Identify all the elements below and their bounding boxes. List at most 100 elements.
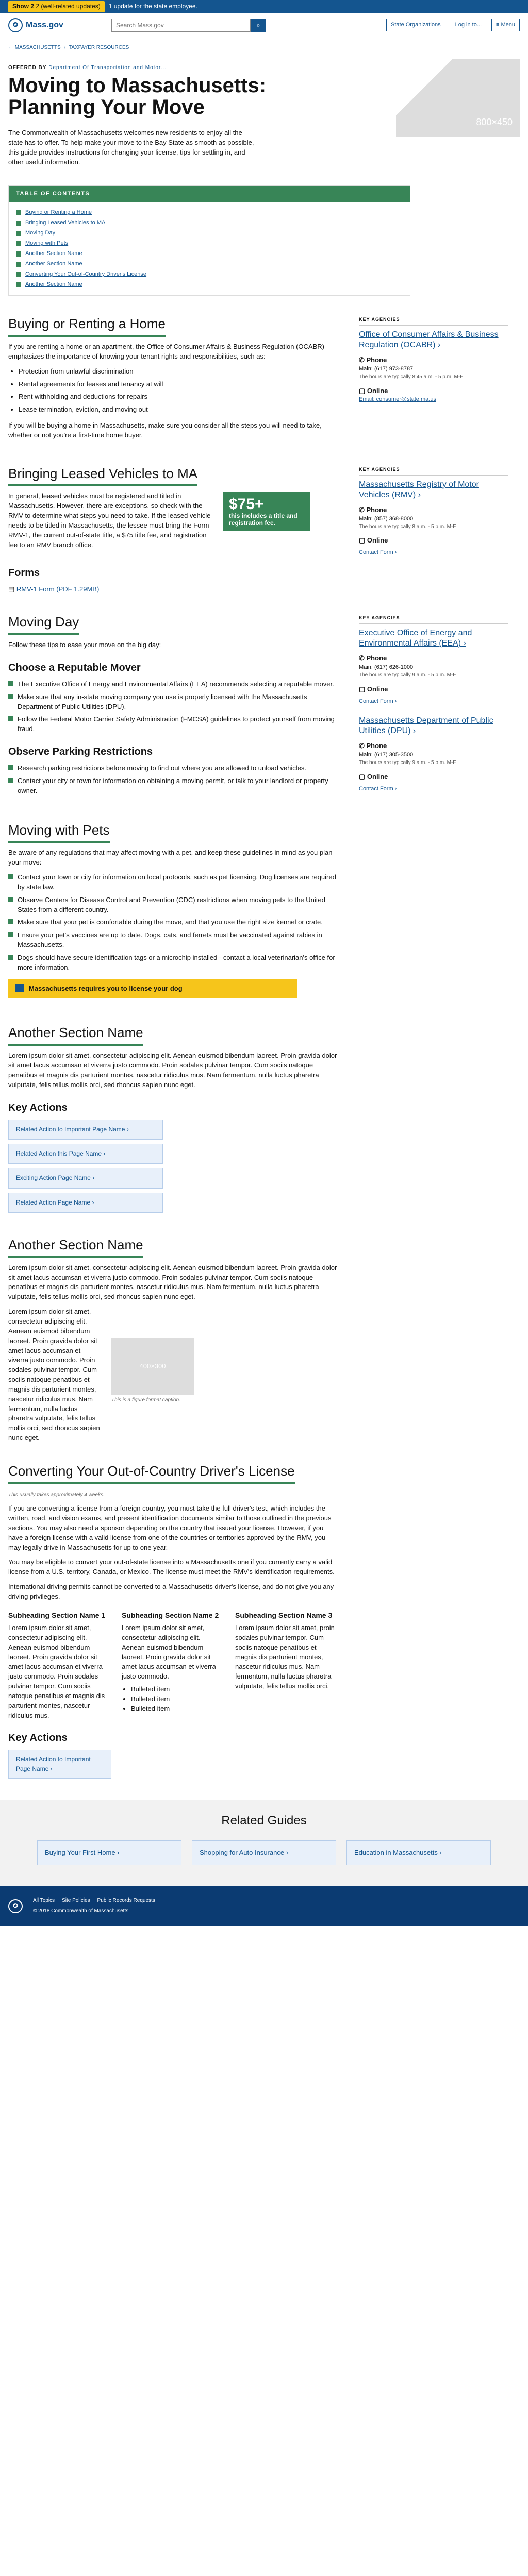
toc-item[interactable]: Bringing Leased Vehicles to MA xyxy=(16,218,403,228)
bullet-item: Bulleted item xyxy=(131,1704,225,1714)
time-note: This usually takes approximately 4 weeks… xyxy=(8,1492,105,1498)
related-guides: Related Guides Buying Your First Home › … xyxy=(0,1800,528,1886)
list-item: Rental agreements for leases and tenancy… xyxy=(19,380,338,389)
paragraph: In general, leased vehicles must be regi… xyxy=(8,492,211,549)
contact-form-link[interactable]: Contact Form › xyxy=(359,785,508,793)
alert-banner[interactable]: Show 2 2 (well-related updates) 1 update… xyxy=(0,0,528,13)
email-link[interactable]: Email: consumer@state.ma.us xyxy=(359,396,508,404)
dog-license-notice[interactable]: Massachusetts requires you to license yo… xyxy=(8,978,297,999)
seal-icon: ✪ xyxy=(8,1899,23,1913)
list-item: Observe Centers for Disease Control and … xyxy=(8,895,338,915)
toc-item[interactable]: Buying or Renting a Home xyxy=(16,208,403,218)
phone-main[interactable]: Main: (617) 973-8787 xyxy=(359,365,508,374)
copyright: © 2018 Commonwealth of Massachusetts xyxy=(33,1908,129,1914)
section-drivers-license: Converting Your Out-of-Country Driver's … xyxy=(8,1443,338,1780)
offered-by-link[interactable]: Department Of Transportation and Motor..… xyxy=(48,65,167,71)
phone-heading: ✆ Phone xyxy=(359,505,387,514)
breadcrumb: ← MASSACHUSETTS › TAXPAYER RESOURCES xyxy=(0,37,528,59)
section-another-1: Another Section Name Lorem ipsum dolor s… xyxy=(8,1005,338,1213)
column-heading: Subheading Section Name 3 xyxy=(235,1611,333,1619)
toc-item[interactable]: Another Section Name xyxy=(16,259,403,269)
check-icon xyxy=(8,716,13,722)
key-actions-heading: Key Actions xyxy=(8,1101,68,1113)
column-text: Lorem ipsum dolor sit amet, consectetur … xyxy=(8,1624,105,1719)
check-icon xyxy=(8,693,13,699)
list-item: Research parking restrictions before mov… xyxy=(8,764,338,773)
phone-heading: ✆ Phone xyxy=(359,654,387,663)
toc-item[interactable]: Another Section Name xyxy=(16,280,403,290)
agency-link[interactable]: Massachusetts Department of Public Utili… xyxy=(359,716,508,736)
toc-item[interactable]: Converting Your Out-of-Country Driver's … xyxy=(16,269,403,280)
column-text: Lorem ipsum dolor sit amet, proin sodale… xyxy=(235,1624,335,1690)
key-action-link[interactable]: Exciting Action Page Name › xyxy=(8,1168,163,1189)
section-buying-renting: Buying or Renting a Home If you are rent… xyxy=(8,296,520,445)
check-icon xyxy=(8,765,13,771)
breadcrumb-item[interactable]: ← MASSACHUSETTS xyxy=(8,44,61,52)
check-icon xyxy=(8,919,13,925)
list-item: Make sure that your pet is comfortable d… xyxy=(8,918,338,927)
key-action-link[interactable]: Related Action to Important Page Name › xyxy=(8,1750,111,1780)
breadcrumb-item[interactable]: TAXPAYER RESOURCES xyxy=(69,44,129,52)
search-icon: ⌕ xyxy=(256,21,260,29)
key-action-link[interactable]: Related Action this Page Name › xyxy=(8,1143,163,1164)
column-text: Lorem ipsum dolor sit amet, consectetur … xyxy=(122,1624,216,1681)
section-leased-vehicles: Bringing Leased Vehicles to MA In genera… xyxy=(8,446,520,595)
phone-main[interactable]: Main: (617) 305-3500 xyxy=(359,751,508,759)
footer-links: All Topics Site Policies Public Records … xyxy=(33,1897,155,1905)
list-item: Contact your city or town for informatio… xyxy=(8,776,338,796)
toc-item[interactable]: Moving Day xyxy=(16,228,403,239)
list-item: Contact your town or city for informatio… xyxy=(8,873,338,892)
phone-main[interactable]: Main: (617) 626-1000 xyxy=(359,664,508,672)
hero-image-label: 800×450 xyxy=(476,117,513,128)
header-nav: State Organizations Log in to... ≡ Menu xyxy=(386,18,520,32)
hero: OFFERED BY Department Of Transportation … xyxy=(8,59,520,167)
list-item: Dogs should have secure identification t… xyxy=(8,953,338,973)
nav-login[interactable]: Log in to... xyxy=(450,18,486,32)
phone-hours: The hours are typically 8 a.m. - 5 p.m. … xyxy=(359,523,456,530)
paragraph: Be aware of any regulations that may aff… xyxy=(8,849,333,867)
contact-form-link[interactable]: Contact Form › xyxy=(359,549,508,557)
phone-heading: ✆ Phone xyxy=(359,742,387,750)
agency-link[interactable]: Massachusetts Registry of Motor Vehicles… xyxy=(359,480,508,500)
key-action-link[interactable]: Related Action Page Name › xyxy=(8,1192,163,1213)
paragraph: If you are converting a license from a f… xyxy=(8,1504,332,1551)
paragraph: If you will be buying a home in Massachu… xyxy=(8,421,322,439)
online-heading: ▢ Online xyxy=(359,685,388,693)
footer-link[interactable]: Public Records Requests xyxy=(97,1897,155,1905)
toc-item[interactable]: Moving with Pets xyxy=(16,239,403,249)
subheading: Choose a Reputable Mover xyxy=(8,662,141,673)
search-input[interactable] xyxy=(111,18,251,32)
related-guide-card[interactable]: Buying Your First Home › xyxy=(37,1840,182,1866)
search-button[interactable]: ⌕ xyxy=(251,18,266,32)
fee-callout: $75+ this includes a title and registrati… xyxy=(223,492,310,531)
check-icon xyxy=(8,954,13,960)
section-heading: Another Section Name xyxy=(8,1023,143,1046)
online-heading: ▢ Online xyxy=(359,386,388,395)
agency-link[interactable]: Executive Office of Energy and Environme… xyxy=(359,628,508,649)
related-guides-heading: Related Guides xyxy=(221,1814,307,1828)
toc-title: TABLE OF CONTENTS xyxy=(9,186,410,203)
search-bar: ⌕ xyxy=(111,18,266,32)
nav-state-organizations[interactable]: State Organizations xyxy=(386,18,446,32)
paragraph: International driving permits cannot be … xyxy=(8,1583,334,1600)
contact-form-link[interactable]: Contact Form › xyxy=(359,698,508,706)
agency-link[interactable]: Office of Consumer Affairs & Business Re… xyxy=(359,330,508,350)
footer-link[interactable]: Site Policies xyxy=(62,1897,90,1905)
related-guide-card[interactable]: Education in Massachusetts › xyxy=(346,1840,491,1866)
square-bullet-icon xyxy=(16,221,21,226)
hero-image: 800×450 xyxy=(396,59,520,137)
phone-main[interactable]: Main: (857) 368-8000 xyxy=(359,515,508,523)
check-icon xyxy=(8,777,13,783)
section-heading: Converting Your Out-of-Country Driver's … xyxy=(8,1462,295,1484)
seal-icon: ✪ xyxy=(8,18,23,32)
form-download-link[interactable]: ▤ RMV-1 Form (PDF 1.29MB) xyxy=(8,585,338,595)
key-action-link[interactable]: Related Action to Important Page Name › xyxy=(8,1119,163,1140)
subheading: Observe Parking Restrictions xyxy=(8,746,153,758)
site-logo[interactable]: ✪ Mass.gov xyxy=(8,18,96,32)
page-intro: The Commonwealth of Massachusetts welcom… xyxy=(8,129,254,166)
footer-link[interactable]: All Topics xyxy=(33,1897,55,1905)
toc-item[interactable]: Another Section Name xyxy=(16,249,403,259)
related-guide-card[interactable]: Shopping for Auto Insurance › xyxy=(192,1840,336,1866)
toc-list: Buying or Renting a Home Bringing Leased … xyxy=(9,202,410,295)
nav-menu[interactable]: ≡ Menu xyxy=(491,18,520,32)
